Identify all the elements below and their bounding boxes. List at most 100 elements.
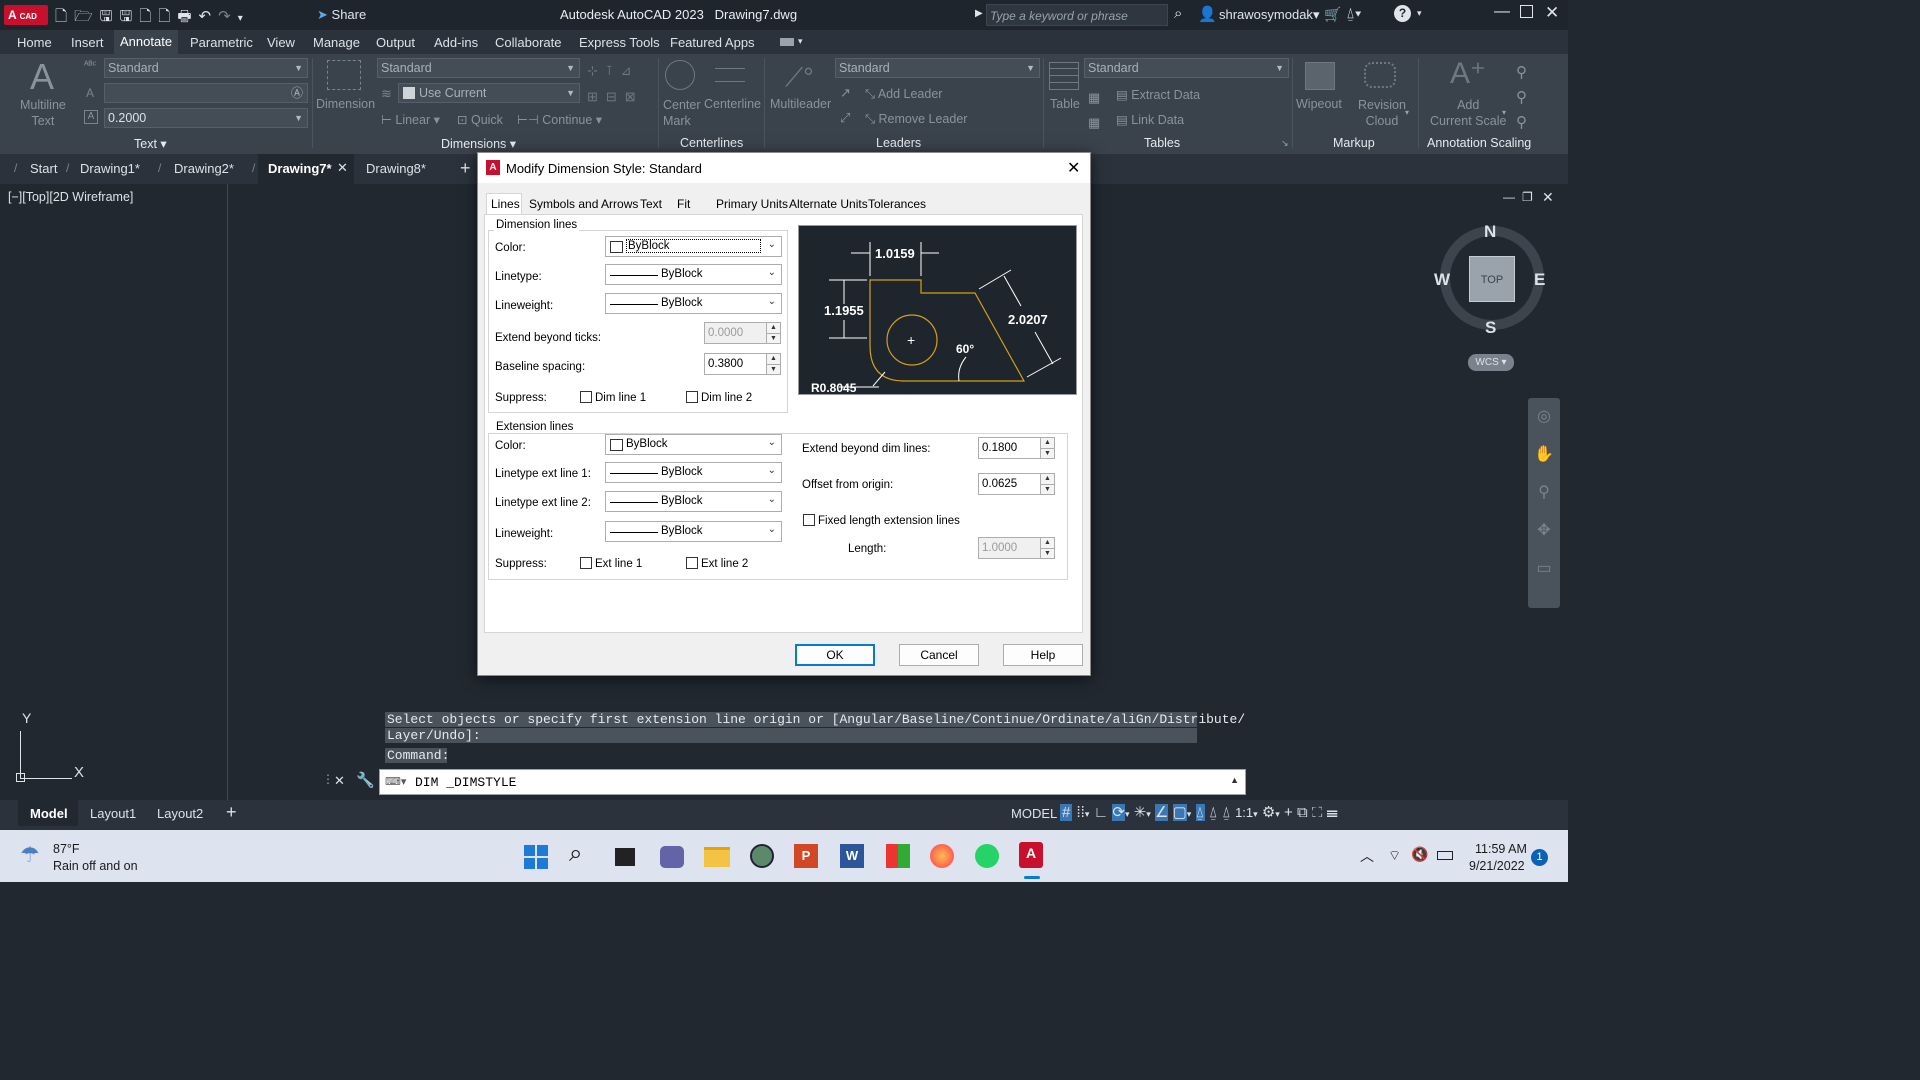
open-icon[interactable]: 🗁	[74, 8, 100, 25]
whatsapp-icon[interactable]	[975, 844, 999, 868]
autodesk-a360-icon[interactable]: ⍙▾	[1346, 5, 1361, 22]
pan-icon[interactable]: ✋	[1528, 436, 1560, 474]
annotation-visibility-icon[interactable]: ⍙	[1195, 804, 1205, 821]
panel-label-leaders[interactable]: Leaders	[876, 136, 921, 150]
annotation-scale-icon[interactable]: ⍙	[1222, 804, 1231, 821]
scale-tool-icons[interactable]: ⚲ ⚲ ⚲	[1516, 60, 1527, 135]
spin-down-icon[interactable]: ▼	[1040, 548, 1054, 558]
search-icon[interactable]: ⌕	[1174, 5, 1182, 22]
viewport-controls[interactable]: [−][Top][2D Wireframe]	[8, 190, 133, 204]
settings-icon[interactable]: ⚙	[1262, 804, 1275, 821]
add-layout-icon[interactable]: +	[226, 802, 237, 823]
centerline-icon[interactable]	[715, 68, 745, 82]
add-scale-icon[interactable]: A⁺	[1450, 56, 1486, 91]
orbit-icon[interactable]: ✥	[1528, 512, 1560, 550]
chevron-down-icon[interactable]: ▾	[1125, 809, 1130, 819]
link-data-button[interactable]: ▤ Link Data	[1116, 112, 1184, 127]
center-mark-icon[interactable]	[665, 60, 695, 90]
command-bar-grip[interactable]: ⋮	[322, 772, 334, 786]
volume-icon[interactable]: 🔇	[1411, 846, 1428, 863]
remove-leader-button[interactable]: ⤡ Remove Leader	[865, 112, 967, 127]
add-icon[interactable]: +	[1284, 804, 1293, 821]
revision-cloud-button[interactable]: Revision Cloud	[1358, 97, 1406, 129]
dim-tools-icons[interactable]: ⊹⊺⊿ ⊞⊟⊠	[587, 58, 644, 110]
doc-tab-drawing1[interactable]: Drawing1*	[80, 161, 140, 176]
chevron-down-icon[interactable]: ▾	[1146, 809, 1151, 819]
help-icon[interactable]: ?	[1394, 5, 1411, 22]
offset-from-origin-spinner[interactable]: 0.0625 ▲ ▼	[978, 473, 1055, 495]
search-icon[interactable]: ⌕	[569, 840, 582, 868]
teams-icon[interactable]	[660, 846, 684, 868]
tab-tolerances[interactable]: Tolerances	[868, 197, 926, 211]
hardware-accel-icon[interactable]: ⧉	[1297, 804, 1308, 821]
zoom-extents-icon[interactable]: ⚲	[1528, 474, 1560, 512]
compass-north[interactable]: N	[1484, 222, 1496, 242]
web-save-icon[interactable]: 🗋	[158, 8, 177, 25]
menu-icon[interactable]: ☰	[1327, 804, 1338, 821]
isodraft-icon[interactable]: ✳	[1134, 804, 1147, 821]
add-leader-button[interactable]: ⤡ Add Leader	[865, 87, 942, 102]
layout-tab-layout2[interactable]: Layout2	[157, 806, 203, 821]
user-name[interactable]: shrawosymodak▾	[1219, 7, 1319, 23]
length-spinner[interactable]: 1.0000 ▲ ▼	[978, 537, 1055, 559]
redo-icon[interactable]: ↷	[218, 8, 238, 25]
share-button[interactable]: ➤ Share	[317, 7, 366, 23]
polar-icon[interactable]: ⟳	[1112, 804, 1125, 821]
compass-east[interactable]: E	[1534, 270, 1545, 290]
autocad-taskbar-icon[interactable]: A	[1019, 842, 1043, 868]
ext-color-select[interactable]: ByBlock ⌄	[605, 434, 782, 455]
leader-align-icon[interactable]: ⤢	[840, 110, 850, 126]
tab-text[interactable]: Text	[640, 197, 662, 211]
extend-beyond-ticks-spinner[interactable]: 0.0000 ▲ ▼	[704, 322, 781, 344]
fixed-length-label[interactable]: Fixed length extension lines	[818, 515, 960, 527]
tab-symbols-arrows[interactable]: Symbols and Arrows	[529, 197, 638, 211]
firefox-icon[interactable]	[930, 844, 954, 868]
tab-view[interactable]: View	[267, 35, 295, 50]
compass-south[interactable]: S	[1485, 318, 1496, 338]
grid-icon[interactable]: #	[1060, 804, 1073, 821]
tab-primary-units[interactable]: Primary Units	[716, 197, 788, 211]
powerpoint-icon[interactable]: P	[794, 844, 818, 868]
tab-alternate-units[interactable]: Alternate Units	[789, 197, 868, 211]
doc-tab-drawing2[interactable]: Drawing2*	[174, 161, 234, 176]
word-icon[interactable]: W	[840, 844, 864, 868]
panel-label-text[interactable]: Text ▾	[134, 136, 167, 151]
help-button[interactable]: Help	[1003, 644, 1083, 666]
chevron-down-icon[interactable]: ▾	[1187, 809, 1192, 819]
command-history-toggle-icon[interactable]: ▲	[1230, 775, 1239, 785]
dim-layer-select[interactable]: Use Current ▼	[398, 83, 580, 103]
close-icon[interactable]: ✕	[1545, 3, 1559, 23]
multiline-text-button[interactable]: Multiline Text	[20, 97, 66, 129]
dim-color-select[interactable]: ByBlock ⌄	[605, 236, 782, 257]
dialog-close-icon[interactable]: ✕	[1067, 158, 1080, 178]
tables-launcher-icon[interactable]: ↘	[1281, 138, 1289, 149]
plot-icon[interactable]: 🖶	[177, 8, 198, 25]
extend-beyond-dim-spinner[interactable]: 0.1800 ▲ ▼	[978, 437, 1055, 459]
ext-lineweight-select[interactable]: ByBlock ⌄	[605, 521, 782, 542]
spin-down-icon[interactable]: ▼	[1040, 484, 1054, 494]
tab-home[interactable]: Home	[17, 35, 52, 50]
search-arrow-icon[interactable]: ▶	[975, 8, 983, 19]
ok-button[interactable]: OK	[795, 644, 875, 666]
save-icon[interactable]: 🖫	[100, 8, 120, 25]
osnap-icon[interactable]: ▢	[1172, 804, 1187, 821]
tab-manage[interactable]: Manage	[313, 35, 360, 50]
weather-icon[interactable]: ☂	[20, 842, 40, 868]
command-close-icon[interactable]: ✕	[334, 773, 345, 789]
help-dropdown-icon[interactable]: ▾	[1417, 8, 1422, 19]
photos-icon[interactable]	[750, 844, 774, 868]
spin-up-icon[interactable]: ▲	[1040, 538, 1054, 548]
multileader-icon[interactable]: ⟋°	[785, 62, 814, 94]
quick-button[interactable]: ⊡ Quick	[457, 112, 503, 127]
leader-style-select[interactable]: Standard ▼	[835, 58, 1040, 78]
minimize-icon[interactable]: —	[1494, 3, 1510, 21]
panel-label-dimensions[interactable]: Dimensions ▾	[441, 136, 516, 151]
baseline-spacing-spinner[interactable]: 0.3800 ▲ ▼	[704, 353, 781, 375]
spin-up-icon[interactable]: ▲	[1040, 474, 1054, 484]
wipeout-button[interactable]: Wipeout	[1296, 97, 1342, 111]
model-space-toggle[interactable]: MODEL	[1011, 806, 1057, 821]
dim-line-2-checkbox[interactable]	[686, 391, 698, 403]
table-tool-icons[interactable]: ▦ ▦	[1088, 85, 1100, 135]
app-icon[interactable]	[886, 844, 910, 868]
tab-output[interactable]: Output	[376, 35, 415, 50]
